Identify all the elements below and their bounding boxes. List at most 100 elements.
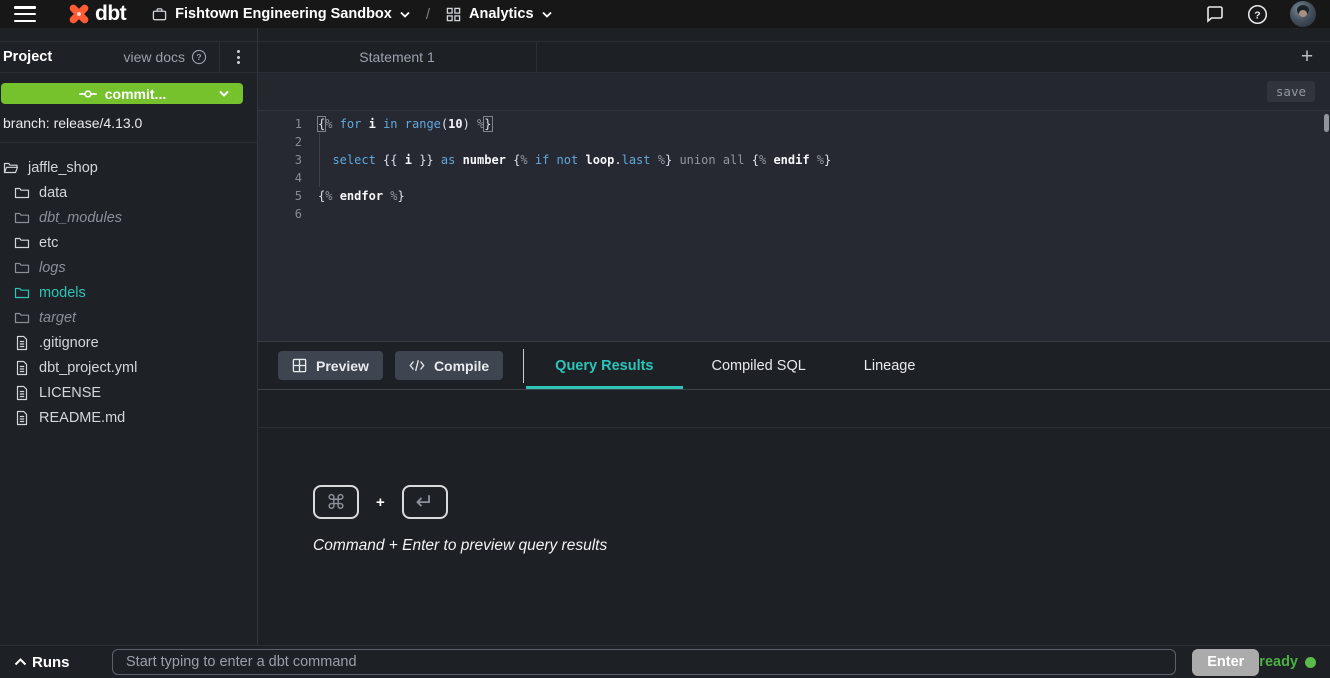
dbt-logo[interactable]: dbt bbox=[66, 1, 126, 27]
top-bar: dbt Fishtown Engineering Sandbox / Analy… bbox=[0, 0, 1330, 28]
tree-item-label: target bbox=[39, 310, 76, 326]
editor-scrollbar[interactable] bbox=[1324, 114, 1329, 132]
folder-open-icon bbox=[3, 160, 19, 176]
runs-toggle[interactable]: Runs bbox=[14, 654, 112, 671]
tree-item-label: models bbox=[39, 285, 86, 301]
preview-button[interactable]: Preview bbox=[278, 351, 383, 380]
code-text bbox=[302, 169, 318, 187]
tree-item-label: data bbox=[39, 185, 67, 201]
code-line-4[interactable]: 4 bbox=[258, 169, 1330, 187]
tree-item-label: jaffle_shop bbox=[28, 160, 98, 176]
tree-item-label: README.md bbox=[39, 410, 125, 426]
indent-guide bbox=[319, 133, 320, 187]
code-text bbox=[302, 133, 318, 151]
tree-item-dbt-modules[interactable]: dbt_modules bbox=[0, 205, 257, 230]
tree-item-label: logs bbox=[39, 260, 66, 276]
empty-state-hint: Command + Enter to preview query results bbox=[313, 537, 1330, 555]
code-line-2[interactable]: 2 bbox=[258, 133, 1330, 151]
tree-item-etc[interactable]: etc bbox=[0, 230, 257, 255]
folder-icon bbox=[14, 260, 30, 276]
code-line-5[interactable]: 5{% endfor %} bbox=[258, 187, 1330, 205]
tree-item-dbt-project-yml[interactable]: dbt_project.yml bbox=[0, 355, 257, 380]
chevron-down-icon bbox=[219, 90, 229, 97]
code-text: {% for i in range(10) %} bbox=[302, 115, 492, 133]
file-icon bbox=[14, 385, 30, 401]
folder-icon bbox=[14, 310, 30, 326]
chat-icon[interactable] bbox=[1205, 4, 1225, 24]
user-avatar[interactable] bbox=[1290, 1, 1316, 27]
tree-item-license[interactable]: LICENSE bbox=[0, 380, 257, 405]
svg-text:?: ? bbox=[196, 52, 201, 62]
grid-icon bbox=[446, 7, 461, 22]
code-text bbox=[302, 205, 318, 223]
file-explorer-sidebar: Project view docs ? commit... branch: re… bbox=[0, 28, 258, 645]
editor-action-row: save bbox=[258, 73, 1330, 110]
folder-icon bbox=[14, 210, 30, 226]
folder-icon bbox=[14, 285, 30, 301]
branch-label: branch: release/4.13.0 bbox=[0, 115, 257, 131]
commit-button[interactable]: commit... bbox=[1, 83, 243, 104]
sidebar-header: Project view docs ? bbox=[0, 41, 257, 73]
tree-item-label: dbt_modules bbox=[39, 210, 122, 226]
briefcase-icon bbox=[152, 7, 167, 22]
line-number: 2 bbox=[258, 133, 302, 151]
results-tabs: Query ResultsCompiled SQLLineage bbox=[526, 342, 944, 389]
tree-item-label: dbt_project.yml bbox=[39, 360, 137, 376]
save-button[interactable]: save bbox=[1267, 81, 1315, 102]
sidebar-menu-icon[interactable] bbox=[220, 42, 257, 72]
tree-item-target[interactable]: target bbox=[0, 305, 257, 330]
line-number: 6 bbox=[258, 205, 302, 223]
project-selector-label: Fishtown Engineering Sandbox bbox=[175, 6, 392, 22]
sidebar-title: Project bbox=[3, 49, 52, 65]
code-line-6[interactable]: 6 bbox=[258, 205, 1330, 223]
tree-item-jaffle-shop[interactable]: jaffle_shop bbox=[0, 155, 257, 180]
code-text: select {{ i }} as number {% if not loop.… bbox=[302, 151, 831, 169]
line-number: 5 bbox=[258, 187, 302, 205]
tree-item-readme-md[interactable]: README.md bbox=[0, 405, 257, 430]
results-toolbar: Preview Compile Query ResultsCompiled SQ… bbox=[258, 342, 1330, 390]
new-tab-button[interactable]: + bbox=[1284, 42, 1330, 72]
file-icon bbox=[14, 410, 30, 426]
enter-key-icon: ↵ bbox=[402, 485, 448, 519]
hamburger-menu-icon[interactable] bbox=[14, 6, 36, 22]
line-number: 3 bbox=[258, 151, 302, 169]
plus-sign: + bbox=[376, 494, 385, 511]
tree-item-data[interactable]: data bbox=[0, 180, 257, 205]
results-subheader bbox=[258, 390, 1330, 428]
code-line-1[interactable]: 1{% for i in range(10) %} bbox=[258, 115, 1330, 133]
chevron-down-icon bbox=[400, 11, 410, 18]
enter-button[interactable]: Enter bbox=[1192, 649, 1259, 676]
environment-selector-label: Analytics bbox=[469, 6, 533, 22]
file-icon bbox=[14, 360, 30, 376]
shortcut-keys: ⌘ + ↵ bbox=[313, 485, 1330, 519]
query-results-panel: ⌘ + ↵ Command + Enter to preview query r… bbox=[258, 428, 1330, 645]
tree-item-logs[interactable]: logs bbox=[0, 255, 257, 280]
status-text: ready bbox=[1259, 654, 1298, 670]
project-selector[interactable]: Fishtown Engineering Sandbox bbox=[152, 6, 410, 22]
compile-button[interactable]: Compile bbox=[395, 351, 503, 380]
dbt-command-input[interactable] bbox=[112, 649, 1176, 675]
editor-tab-bar: Statement 1 + bbox=[258, 41, 1330, 73]
tab-statement-1[interactable]: Statement 1 bbox=[258, 42, 537, 72]
editor-pane: Statement 1 + save 1{% for i in range(10… bbox=[258, 28, 1330, 645]
tab-query-results[interactable]: Query Results bbox=[526, 342, 682, 389]
divider bbox=[0, 142, 257, 143]
divider bbox=[523, 349, 524, 383]
table-icon bbox=[292, 358, 307, 373]
code-icon bbox=[409, 359, 425, 372]
breadcrumb-separator: / bbox=[426, 6, 430, 23]
tab-lineage[interactable]: Lineage bbox=[835, 342, 945, 389]
code-editor[interactable]: 1{% for i in range(10) %}23 select {{ i … bbox=[258, 110, 1330, 342]
code-lines: 1{% for i in range(10) %}23 select {{ i … bbox=[258, 115, 1330, 223]
chevron-down-icon bbox=[542, 11, 552, 18]
tree-item-label: LICENSE bbox=[39, 385, 101, 401]
help-icon[interactable]: ? bbox=[1247, 4, 1268, 25]
tree-item-models[interactable]: models bbox=[0, 280, 257, 305]
tree-item-gitignore[interactable]: .gitignore bbox=[0, 330, 257, 355]
code-line-3[interactable]: 3 select {{ i }} as number {% if not loo… bbox=[258, 151, 1330, 169]
git-commit-icon bbox=[78, 87, 98, 101]
tab-compiled-sql[interactable]: Compiled SQL bbox=[683, 342, 835, 389]
view-docs-link[interactable]: view docs ? bbox=[124, 49, 219, 65]
folder-icon bbox=[14, 185, 30, 201]
environment-selector[interactable]: Analytics bbox=[446, 6, 551, 22]
